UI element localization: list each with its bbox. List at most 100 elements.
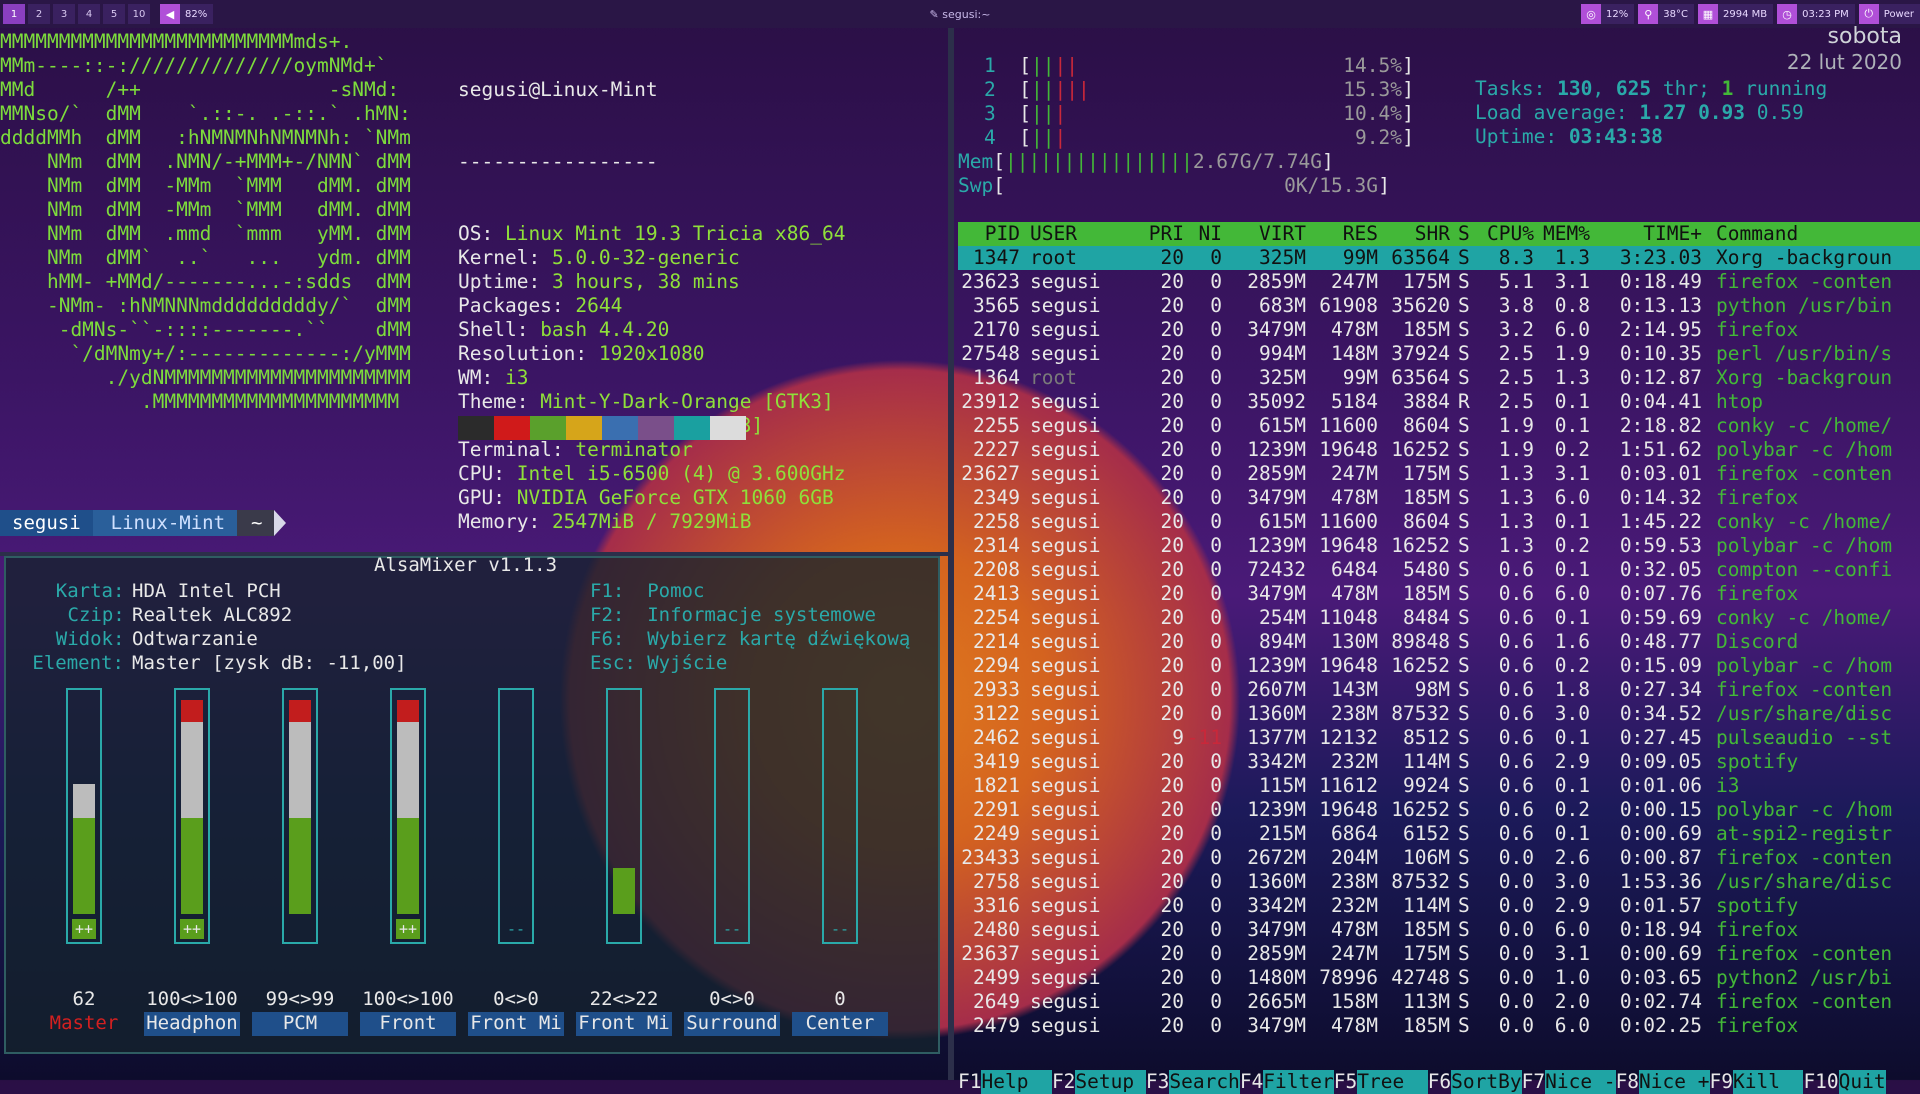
fkey-label[interactable]: Help — [981, 1070, 1052, 1094]
process-row[interactable]: 2214 segusi 20 0 894M 130M 89848 S 0.6 1.6 0:48.77… — [958, 630, 1920, 654]
channel-name[interactable]: Headphon — [144, 1012, 240, 1036]
shell-prompt[interactable]: segusi Linux-Mint ~ — [0, 510, 287, 536]
fkey-label[interactable]: Search — [1169, 1070, 1240, 1094]
process-row[interactable]: 2499 segusi 20 0 1480M 78996 42748 S 0.0 1.0 0:03.… — [958, 966, 1920, 990]
process-row[interactable]: 2258 segusi 20 0 615M 11600 8604 S 1.3 0.1 1:45.22… — [958, 510, 1920, 534]
column-header-pid[interactable]: PID — [958, 222, 1020, 245]
column-header-res[interactable]: RES — [1306, 222, 1378, 245]
channel-slider[interactable]: -- — [822, 688, 858, 944]
process-row[interactable]: 2933 segusi 20 0 2607M 143M 98M S 0.6 1.8 0:27.34 f… — [958, 678, 1920, 702]
fkey-label[interactable]: Kill — [1732, 1070, 1804, 1094]
fkey-f3[interactable]: F3 — [1146, 1070, 1169, 1094]
process-row[interactable]: 3565 segusi 20 0 683M 61908 35620 S 3.8 0.8 0:13.1… — [958, 294, 1920, 318]
column-header-cmd[interactable]: Command — [1716, 222, 1916, 245]
process-row[interactable]: 2462 segusi 9 -11 1377M 12132 8512 S 0.6 0.1 0:27.… — [958, 726, 1920, 750]
column-header-user[interactable]: USER — [1030, 222, 1077, 245]
process-row[interactable]: 23637 segusi 20 0 2859M 247M 175M S 0.0 3.1 0:00.6… — [958, 942, 1920, 966]
column-header-cpu[interactable]: CPU% — [1476, 222, 1534, 245]
process-row[interactable]: 2479 segusi 20 0 3479M 478M 185M S 0.0 6.0 0:02.25… — [958, 1014, 1920, 1038]
process-row[interactable]: 23433 segusi 20 0 2672M 204M 106M S 0.0 2.6 0:00.8… — [958, 846, 1920, 870]
channel-slider[interactable] — [606, 688, 642, 944]
fkey-f6[interactable]: F6 — [1428, 1070, 1451, 1094]
fkey-label[interactable]: SortBy — [1451, 1070, 1522, 1094]
process-row[interactable]: 2254 segusi 20 0 254M 11048 8484 S 0.6 0.1 0:59.69… — [958, 606, 1920, 630]
channel-name[interactable]: Master — [36, 1012, 132, 1036]
process-row[interactable]: 2649 segusi 20 0 2665M 158M 113M S 0.0 2.0 0:02.74… — [958, 990, 1920, 1014]
fkey-label[interactable]: Tree — [1357, 1070, 1428, 1094]
column-header-ni[interactable]: NI — [1186, 222, 1222, 245]
workspace-button-5[interactable]: 5 — [103, 4, 125, 24]
workspace-button-10[interactable]: 10 — [128, 4, 150, 24]
fkey-f2[interactable]: F2 — [1052, 1070, 1075, 1094]
process-table-header[interactable]: PID USER PRI NI VIRT RES SHR S CPU% MEM% TIME+ Comm… — [958, 222, 1920, 246]
channel-name[interactable]: Front Mi — [468, 1012, 564, 1036]
fkey-label[interactable]: Filter — [1263, 1070, 1334, 1094]
column-header-mem[interactable]: MEM% — [1534, 222, 1590, 245]
fkey-f9[interactable]: F9 — [1710, 1070, 1733, 1094]
fkey-f1[interactable]: F1 — [958, 1070, 981, 1094]
channel-name[interactable]: Front Mi — [576, 1012, 672, 1036]
status-cpu[interactable]: ◎ 12% — [1581, 4, 1635, 24]
fkey-label[interactable]: Quit — [1838, 1070, 1886, 1094]
process-row[interactable]: 2294 segusi 20 0 1239M 19648 16252 S 0.6 0.2 0:15.… — [958, 654, 1920, 678]
channel-name[interactable]: Surround — [684, 1012, 780, 1036]
mute-toggle[interactable]: -- — [504, 919, 528, 939]
process-row[interactable]: 2227 segusi 20 0 1239M 19648 16252 S 1.9 0.2 1:51.… — [958, 438, 1920, 462]
channel-slider[interactable]: ++ — [390, 688, 426, 944]
column-header-s[interactable]: S — [1458, 222, 1474, 245]
process-row[interactable]: 2170 segusi 20 0 3479M 478M 185M S 3.2 6.0 2:14.95… — [958, 318, 1920, 342]
process-row[interactable]: 2249 segusi 20 0 215M 6864 6152 S 0.6 0.1 0:00.69 a… — [958, 822, 1920, 846]
status-thermometer[interactable]: ⚲ 38°C — [1638, 4, 1694, 24]
mute-toggle[interactable]: ++ — [396, 919, 420, 939]
mute-toggle[interactable]: -- — [828, 919, 852, 939]
column-header-pri[interactable]: PRI — [1142, 222, 1184, 245]
process-row[interactable]: 2255 segusi 20 0 615M 11600 8604 S 1.9 0.1 2:18.82… — [958, 414, 1920, 438]
process-row[interactable]: 23623 segusi 20 0 2859M 247M 175M S 5.1 3.1 0:18.4… — [958, 270, 1920, 294]
process-row[interactable]: 3419 segusi 20 0 3342M 232M 114M S 0.6 2.9 0:09.05… — [958, 750, 1920, 774]
fkey-f8[interactable]: F8 — [1616, 1070, 1639, 1094]
fkey-f5[interactable]: F5 — [1334, 1070, 1357, 1094]
channel-slider[interactable]: ++ — [66, 688, 102, 944]
process-row[interactable]: 2208 segusi 20 0 72432 6484 5480 S 0.6 0.1 0:32.05… — [958, 558, 1920, 582]
column-header-time[interactable]: TIME+ — [1598, 222, 1702, 245]
mute-toggle[interactable]: ++ — [180, 919, 204, 939]
process-row[interactable]: 27548 segusi 20 0 994M 148M 37924 S 2.5 1.9 0:10.3… — [958, 342, 1920, 366]
workspace-button-4[interactable]: 4 — [78, 4, 100, 24]
channel-slider[interactable]: -- — [714, 688, 750, 944]
workspace-button-1[interactable]: 1 — [3, 4, 25, 24]
channel-name[interactable]: PCM — [252, 1012, 348, 1036]
fkey-label[interactable]: Nice + — [1639, 1070, 1710, 1094]
status-power[interactable]: ⏻ Power — [1858, 4, 1920, 24]
status-memory[interactable]: ▦ 2994 MB — [1697, 4, 1774, 24]
volume-indicator[interactable]: ◀ 82% — [160, 4, 214, 24]
process-row[interactable]: 3316 segusi 20 0 3342M 232M 114M S 0.0 2.9 0:01.57… — [958, 894, 1920, 918]
column-header-shr[interactable]: SHR — [1378, 222, 1450, 245]
process-row[interactable]: 1364 root 20 0 325M 99M 63564 S 2.5 1.3 0:12.87 Xor… — [958, 366, 1920, 390]
column-header-virt[interactable]: VIRT — [1224, 222, 1306, 245]
channel-slider[interactable]: -- — [498, 688, 534, 944]
process-row[interactable]: 2480 segusi 20 0 3479M 478M 185M S 0.0 6.0 0:18.94… — [958, 918, 1920, 942]
channel-slider[interactable]: ++ — [174, 688, 210, 944]
process-row[interactable]: 2349 segusi 20 0 3479M 478M 185M S 1.3 6.0 0:14.32… — [958, 486, 1920, 510]
fkey-label[interactable]: Nice - — [1545, 1070, 1616, 1094]
channel-name[interactable]: Front — [360, 1012, 456, 1036]
fkey-f4[interactable]: F4 — [1240, 1070, 1263, 1094]
process-row[interactable]: 2291 segusi 20 0 1239M 19648 16252 S 0.6 0.2 0:00.… — [958, 798, 1920, 822]
process-row[interactable]: 23912 segusi 20 0 35092 5184 3884 R 2.5 0.1 0:04.4… — [958, 390, 1920, 414]
status-clock[interactable]: ◷ 03:23 PM — [1777, 4, 1855, 24]
process-row[interactable]: 1821 segusi 20 0 115M 11612 9924 S 0.6 0.1 0:01.06… — [958, 774, 1920, 798]
channel-name[interactable]: Center — [792, 1012, 888, 1036]
process-row[interactable]: 1347 root 20 0 325M 99M 63564 S 8.3 1.3 3:23.03 Xor… — [958, 246, 1920, 270]
process-row[interactable]: 2314 segusi 20 0 1239M 19648 16252 S 1.3 0.2 0:59.… — [958, 534, 1920, 558]
workspace-button-3[interactable]: 3 — [53, 4, 75, 24]
process-row[interactable]: 2758 segusi 20 0 1360M 238M 87532 S 0.0 3.0 1:53.3… — [958, 870, 1920, 894]
process-row[interactable]: 2413 segusi 20 0 3479M 478M 185M S 0.6 6.0 0:07.76… — [958, 582, 1920, 606]
mute-toggle[interactable]: ++ — [72, 919, 96, 939]
pane-divider-vertical[interactable] — [948, 28, 954, 1080]
process-row[interactable]: 23627 segusi 20 0 2859M 247M 175M S 1.3 3.1 0:03.0… — [958, 462, 1920, 486]
fkey-f10[interactable]: F10 — [1803, 1070, 1838, 1094]
process-row[interactable]: 3122 segusi 20 0 1360M 238M 87532 S 0.6 3.0 0:34.5… — [958, 702, 1920, 726]
fkey-f7[interactable]: F7 — [1522, 1070, 1545, 1094]
workspace-button-2[interactable]: 2 — [28, 4, 50, 24]
mute-toggle[interactable]: -- — [720, 919, 744, 939]
